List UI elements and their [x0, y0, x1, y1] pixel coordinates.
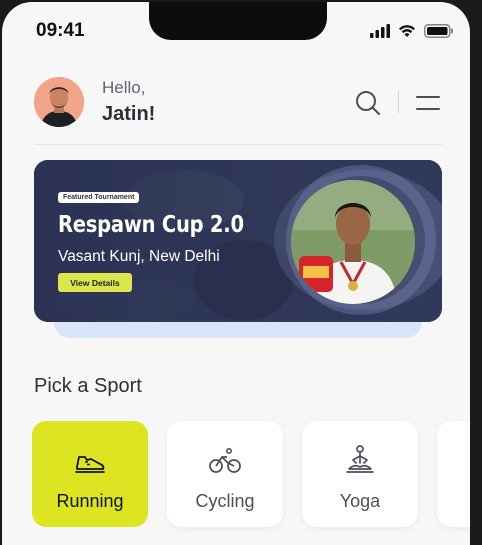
tournament-title: Respawn Cup 2.0 [58, 212, 244, 238]
sport-card-running[interactable]: Running [32, 421, 148, 527]
sport-label-yoga: Yoga [339, 491, 381, 511]
status-icons [370, 24, 454, 38]
avatar[interactable] [34, 77, 84, 127]
tournament-location: Vasant Kunj, New Delhi [58, 248, 220, 265]
yoga-icon [346, 445, 374, 473]
signal-icon [370, 24, 390, 38]
winner-photo [291, 180, 415, 304]
sport-label-cycling: Cycling [195, 491, 255, 511]
status-time: 09:41 [36, 20, 85, 41]
wifi-icon [399, 25, 415, 37]
avatar-image [34, 77, 84, 127]
pick-sport-heading: Pick a Sport [34, 375, 142, 397]
winner-photo-image [291, 180, 415, 304]
sport-card-more[interactable] [437, 421, 470, 527]
view-details-button[interactable]: View Details [58, 273, 132, 292]
featured-tag: Featured Tournament [58, 192, 140, 203]
menu-icon[interactable] [416, 94, 440, 112]
featured-tournament-banner[interactable]: Featured Tournament Respawn Cup 2.0 Vasa… [34, 160, 442, 322]
phone-screen: 09:41 Hello, Jatin! Featured Tournament … [2, 2, 470, 545]
running-shoe-icon [75, 456, 105, 473]
bicycle-icon [209, 448, 241, 473]
search-icon[interactable] [354, 89, 382, 117]
header-separator [34, 144, 442, 145]
sport-card-yoga[interactable]: Yoga [302, 421, 418, 527]
battery-icon [424, 24, 453, 38]
sport-card-cycling[interactable]: Cycling [167, 421, 283, 527]
header-divider [398, 91, 399, 113]
device-notch [149, 2, 327, 40]
greeting-text: Hello, [102, 78, 146, 97]
sport-label-running: Running [56, 491, 124, 511]
user-name: Jatin! [102, 103, 156, 125]
